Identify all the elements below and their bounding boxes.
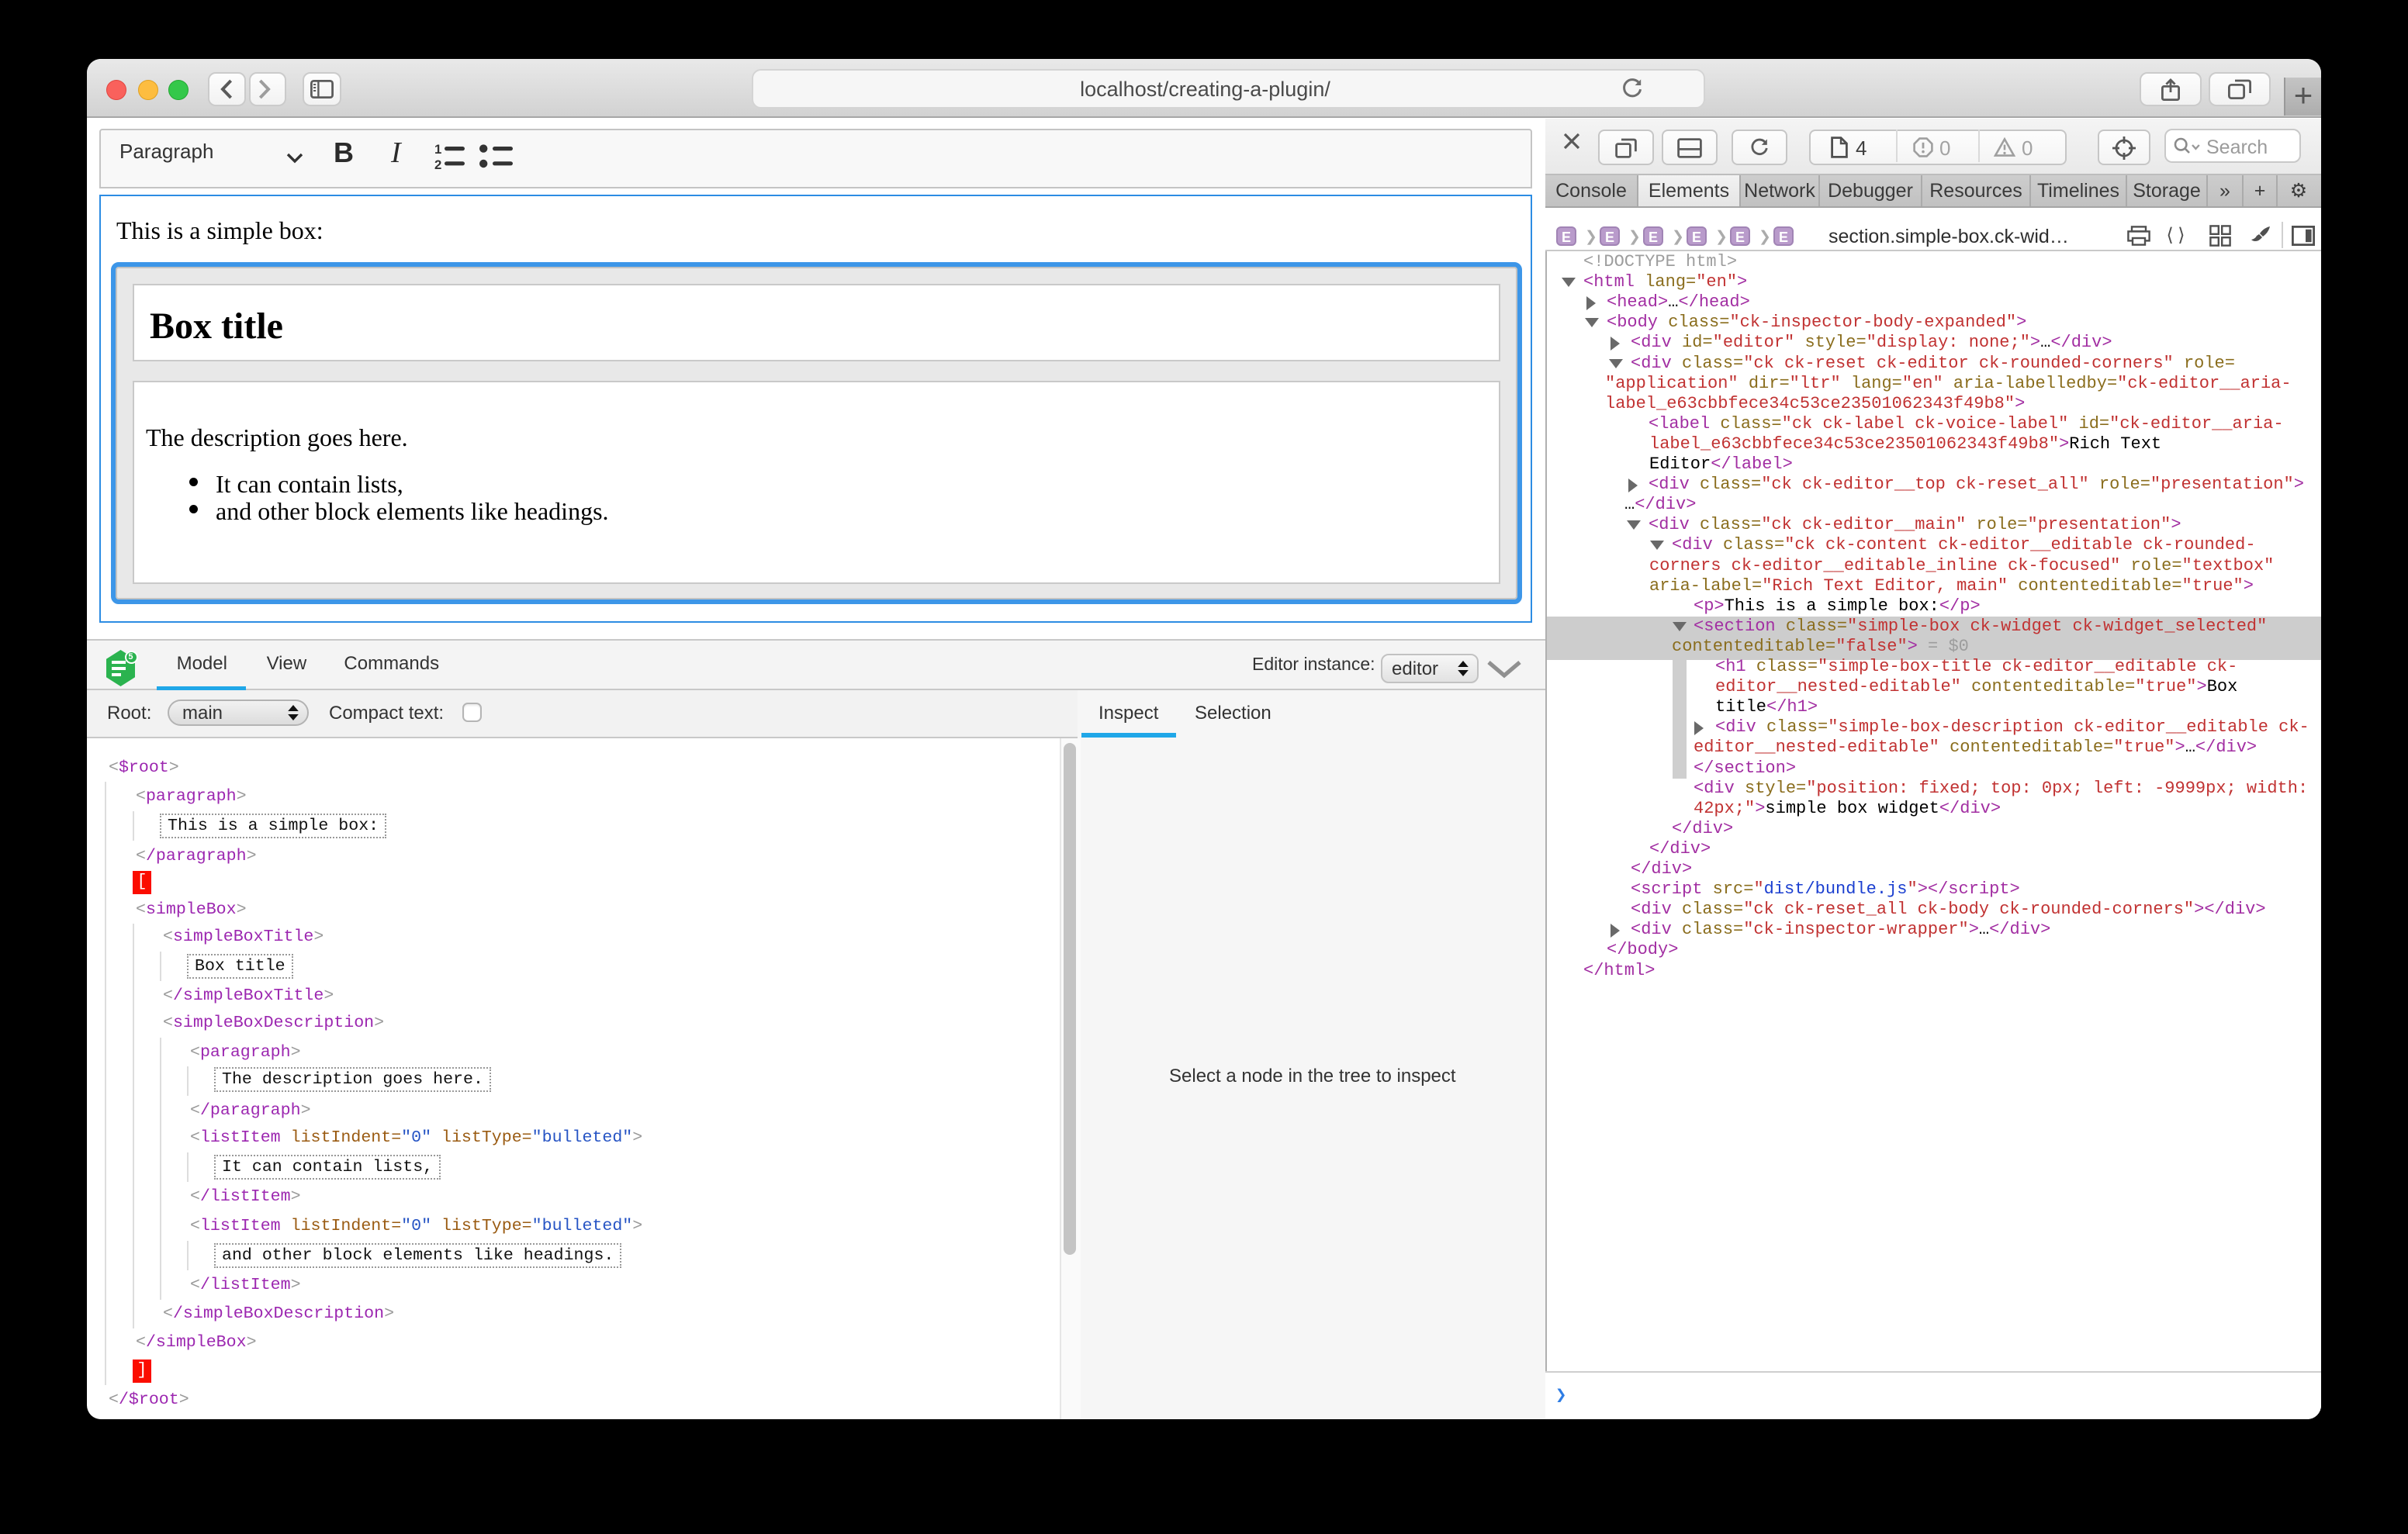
svg-text:1: 1 [434,142,441,157]
svg-text:2: 2 [434,157,441,171]
